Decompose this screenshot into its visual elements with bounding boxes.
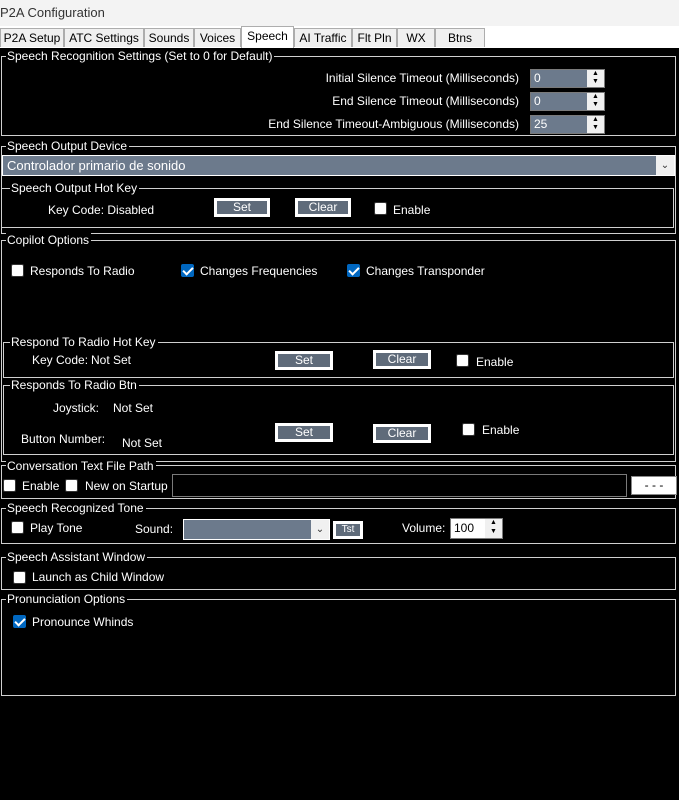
copilot-options-legend: Copilot Options bbox=[6, 233, 92, 247]
conversation-path-input[interactable] bbox=[172, 474, 627, 497]
output-enable-checkbox[interactable] bbox=[374, 202, 387, 215]
tab-ai-traffic[interactable]: AI Traffic bbox=[294, 28, 352, 47]
pronounce-whinds-checkbox[interactable] bbox=[13, 615, 26, 628]
browse-button[interactable]: - - - bbox=[631, 476, 677, 495]
tab-voices[interactable]: Voices bbox=[194, 28, 241, 47]
ambiguous-silence-value[interactable]: 25 bbox=[531, 116, 587, 133]
output-keycode-label: Key Code: Disabled bbox=[48, 203, 155, 217]
tab-p2a-setup[interactable]: P2A Setup bbox=[0, 28, 64, 47]
end-silence-label: End Silence Timeout (Milliseconds) bbox=[332, 94, 519, 108]
radio-btn-set-button[interactable]: Set bbox=[275, 423, 333, 442]
joystick-value: Not Set bbox=[113, 401, 154, 415]
output-clear-button[interactable]: Clear bbox=[295, 198, 351, 217]
end-silence-spinner[interactable]: 0 ▲ ▼ bbox=[530, 92, 605, 111]
recognized-tone-legend: Speech Recognized Tone bbox=[6, 501, 146, 515]
output-enable-label: Enable bbox=[393, 203, 431, 217]
output-device-select[interactable]: Controlador primario de sonido ⌄ bbox=[2, 155, 675, 176]
tab-btns[interactable]: Btns bbox=[435, 28, 485, 47]
volume-label: Volume: bbox=[402, 521, 446, 535]
radio-btn-enable-label: Enable bbox=[482, 423, 520, 437]
ambiguous-silence-spinner[interactable]: 25 ▲ ▼ bbox=[530, 115, 605, 134]
conversation-path-legend: Conversation Text File Path bbox=[6, 459, 156, 473]
changes-frequencies-label: Changes Frequencies bbox=[200, 264, 318, 278]
initial-silence-spinner[interactable]: 0 ▲ ▼ bbox=[530, 69, 605, 88]
play-tone-checkbox[interactable] bbox=[11, 521, 24, 534]
responds-to-radio-label: Responds To Radio bbox=[30, 264, 135, 278]
speech-output-device-legend: Speech Output Device bbox=[6, 139, 130, 153]
spin-up-icon[interactable]: ▲ bbox=[587, 116, 604, 124]
radio-btn-enable-checkbox[interactable] bbox=[462, 423, 475, 436]
joystick-label: Joystick: bbox=[53, 401, 100, 415]
window-title: P2A Configuration bbox=[0, 5, 105, 20]
radio-btn-legend: Responds To Radio Btn bbox=[10, 378, 139, 392]
conversation-enable-label: Enable bbox=[22, 479, 60, 493]
spin-down-icon[interactable]: ▼ bbox=[587, 124, 604, 132]
new-on-startup-label: New on Startup bbox=[85, 479, 168, 493]
button-number-value: Not Set bbox=[122, 436, 163, 450]
tab-wx[interactable]: WX bbox=[397, 28, 435, 47]
radio-clear-button[interactable]: Clear bbox=[373, 350, 431, 369]
tab-speech[interactable]: Speech bbox=[241, 26, 294, 48]
changes-frequencies-checkbox[interactable] bbox=[181, 264, 194, 277]
radio-keycode-value: Not Set bbox=[91, 353, 132, 367]
title-bar: P2A Configuration bbox=[0, 0, 679, 26]
launch-child-label: Launch as Child Window bbox=[32, 570, 165, 584]
speech-output-hotkey-legend: Speech Output Hot Key bbox=[10, 181, 140, 195]
ambiguous-silence-label: End Silence Timeout-Ambiguous (Milliseco… bbox=[268, 117, 519, 131]
initial-silence-label: Initial Silence Timeout (Milliseconds) bbox=[325, 71, 519, 85]
tab-atc-settings[interactable]: ATC Settings bbox=[64, 28, 144, 47]
sound-label: Sound: bbox=[135, 522, 174, 536]
spin-down-icon[interactable]: ▼ bbox=[587, 101, 604, 109]
play-tone-label: Play Tone bbox=[30, 521, 83, 535]
button-number-label: Button Number: bbox=[21, 432, 106, 446]
sound-select[interactable]: ⌄ bbox=[183, 519, 330, 540]
pronounce-whinds-label: Pronounce Whinds bbox=[32, 615, 134, 629]
radio-enable-label: Enable bbox=[476, 355, 514, 369]
radio-keycode-label: Key Code: bbox=[32, 353, 89, 367]
end-silence-value[interactable]: 0 bbox=[531, 93, 587, 110]
pronunciation-legend: Pronunciation Options bbox=[6, 592, 128, 606]
pronunciation-group bbox=[1, 599, 676, 696]
responds-to-radio-checkbox[interactable] bbox=[11, 264, 24, 277]
radio-set-button[interactable]: Set bbox=[275, 351, 333, 370]
radio-hotkey-legend: Respond To Radio Hot Key bbox=[10, 335, 158, 349]
changes-transponder-label: Changes Transponder bbox=[366, 264, 485, 278]
output-set-button[interactable]: Set bbox=[214, 198, 270, 217]
chevron-down-icon[interactable]: ⌄ bbox=[311, 520, 329, 539]
test-tone-button[interactable]: Tst bbox=[333, 521, 363, 539]
tab-sounds[interactable]: Sounds bbox=[144, 28, 194, 47]
assistant-window-legend: Speech Assistant Window bbox=[6, 550, 148, 564]
launch-child-checkbox[interactable] bbox=[13, 571, 26, 584]
tab-flt-pln[interactable]: Flt Pln bbox=[352, 28, 397, 47]
radio-enable-checkbox[interactable] bbox=[456, 354, 469, 367]
spin-down-icon[interactable]: ▼ bbox=[485, 528, 502, 537]
output-device-value: Controlador primario de sonido bbox=[7, 158, 186, 173]
spin-up-icon[interactable]: ▲ bbox=[587, 70, 604, 78]
chevron-down-icon[interactable]: ⌄ bbox=[656, 156, 674, 175]
speech-recognition-legend: Speech Recognition Settings (Set to 0 fo… bbox=[6, 49, 275, 63]
changes-transponder-checkbox[interactable] bbox=[347, 264, 360, 277]
volume-spinner[interactable]: 100 ▲ ▼ bbox=[450, 518, 503, 539]
conversation-enable-checkbox[interactable] bbox=[3, 479, 16, 492]
volume-value[interactable]: 100 bbox=[451, 519, 485, 538]
new-on-startup-checkbox[interactable] bbox=[65, 479, 78, 492]
spin-up-icon[interactable]: ▲ bbox=[587, 93, 604, 101]
spin-down-icon[interactable]: ▼ bbox=[587, 78, 604, 86]
spin-up-icon[interactable]: ▲ bbox=[485, 519, 502, 528]
initial-silence-value[interactable]: 0 bbox=[531, 70, 587, 87]
radio-btn-clear-button[interactable]: Clear bbox=[373, 424, 431, 443]
